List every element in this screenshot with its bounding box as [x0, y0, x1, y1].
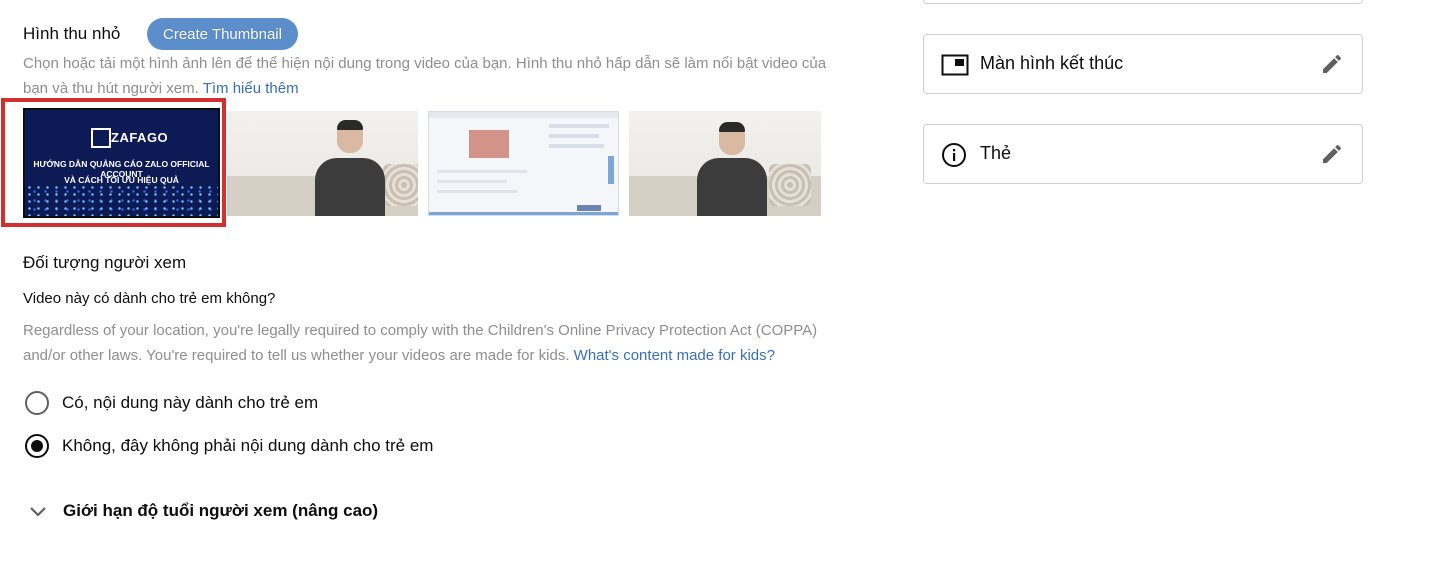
pencil-icon[interactable] — [1320, 142, 1344, 166]
thumbnail-option-4[interactable] — [629, 111, 821, 216]
info-icon — [942, 143, 966, 167]
thumbnail-option-3[interactable] — [428, 111, 619, 216]
audience-title: Đối tượng người xem — [23, 253, 187, 272]
radio-made-for-kids[interactable] — [25, 391, 49, 415]
end-screen-icon — [941, 54, 969, 76]
thumbnail-option-1[interactable]: ZAFAGO HƯỚNG DẪN QUẢNG CÁO ZALO OFFICIAL… — [23, 108, 220, 218]
radio-made-for-kids-label[interactable]: Có, nội dung này dành cho trẻ em — [62, 393, 318, 413]
thumb-dots-decoration — [25, 184, 218, 216]
end-screen-card[interactable]: Màn hình kết thúc — [923, 34, 1363, 94]
person — [697, 158, 767, 216]
logo-text: ZAFAGO — [111, 130, 169, 145]
radio-not-made-for-kids[interactable] — [25, 434, 49, 458]
cards-label: Thẻ — [980, 143, 1012, 163]
cards-card[interactable]: Thẻ — [923, 124, 1363, 184]
zafago-logo — [91, 128, 111, 148]
person — [315, 158, 385, 216]
age-restriction-toggle[interactable]: Giới hạn độ tuổi người xem (nâng cao) — [28, 500, 428, 524]
learn-more-link[interactable]: Tìm hiểu thêm — [203, 80, 299, 97]
thumbnail-description: Chọn hoặc tải một hình ảnh lên để thể hi… — [23, 55, 827, 97]
partial-card — [923, 0, 1363, 4]
pencil-icon[interactable] — [1320, 52, 1344, 76]
coppa-description: Regardless of your location, you're lega… — [23, 322, 818, 364]
chevron-down-icon — [30, 507, 46, 517]
age-restriction-label: Giới hạn độ tuổi người xem (nâng cao) — [63, 501, 379, 520]
kids-question: Video này có dành cho trẻ em không? — [23, 290, 276, 307]
radio-not-made-for-kids-label[interactable]: Không, đây không phải nội dung dành cho … — [62, 436, 433, 456]
thumbnail-option-2[interactable] — [227, 111, 418, 216]
create-thumbnail-button[interactable]: Create Thumbnail — [147, 18, 298, 50]
made-for-kids-link[interactable]: What's content made for kids? — [574, 347, 775, 364]
thumbnail-title: Hình thu nhỏ — [23, 24, 121, 43]
end-screen-label: Màn hình kết thúc — [980, 53, 1124, 73]
